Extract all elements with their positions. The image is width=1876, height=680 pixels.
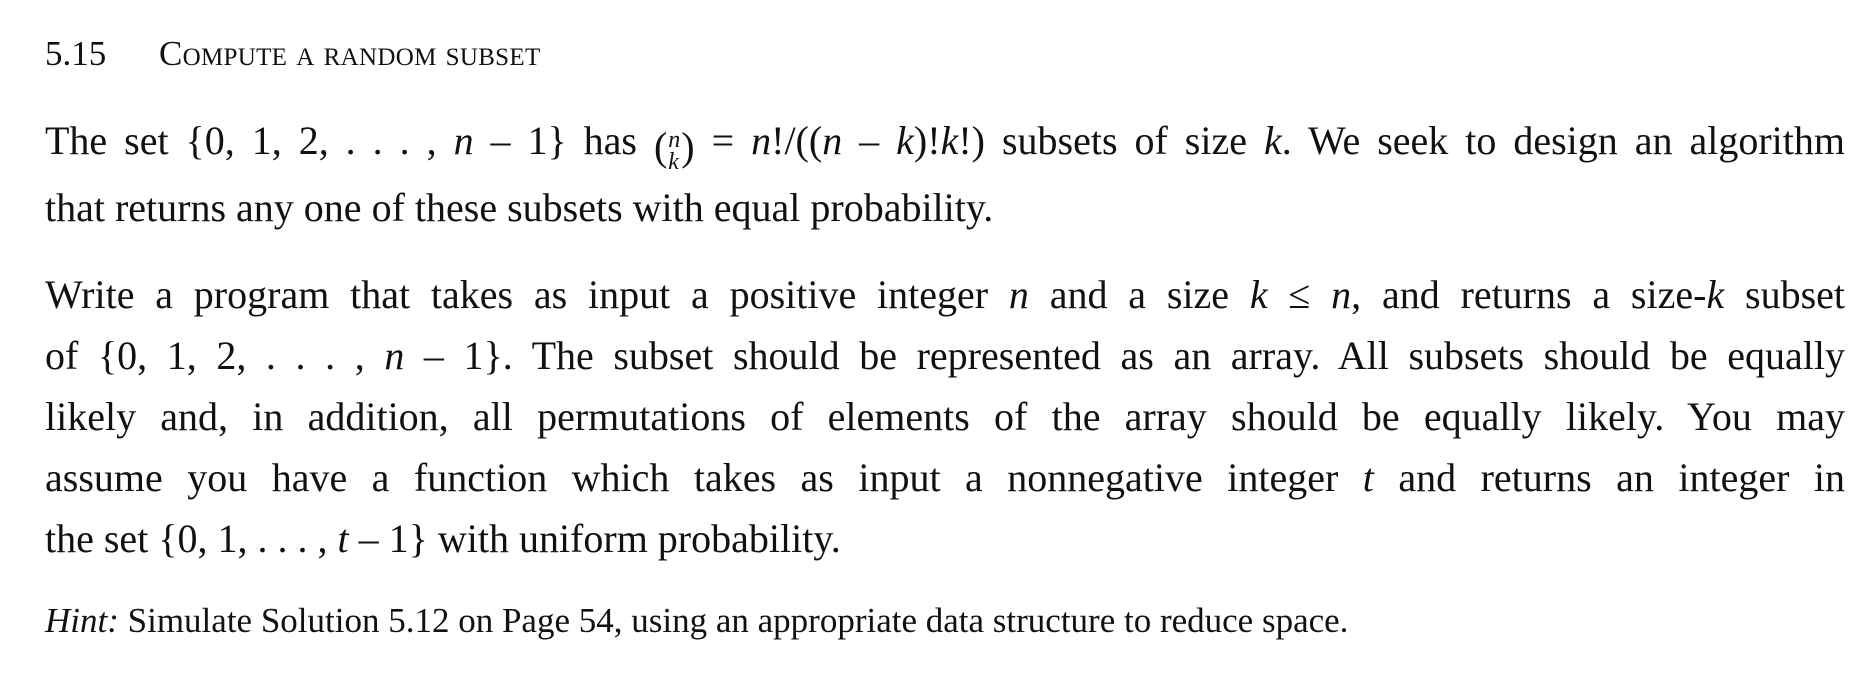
text-run: –	[842, 118, 897, 163]
math-var-n: n	[453, 118, 474, 163]
section-number: 5.15	[45, 34, 107, 73]
problem-intro-paragraph: The set {0, 1, 2, . . . , n – 1} has (n k…	[45, 110, 1845, 238]
math-var-t: t	[337, 516, 349, 561]
math-var-k: k	[896, 118, 914, 163]
hint-text: Simulate Solution 5.12 on Page 54, using…	[118, 601, 1349, 640]
binom-open-paren: (	[653, 124, 668, 169]
text-run: Write a program that takes as input a po…	[45, 272, 1009, 317]
math-var-k: k	[940, 118, 959, 163]
binom-bottom: k	[668, 148, 679, 175]
math-var-n: n	[1008, 272, 1029, 317]
statement-line-2: of {0, 1, 2, . . . , n – 1}. The subset …	[45, 325, 1845, 386]
problem-statement-paragraph: Write a program that takes as input a po…	[45, 264, 1845, 569]
math-var-k: k	[1706, 272, 1725, 317]
text-run: !) subsets of size	[958, 118, 1264, 163]
statement-line-5: the set {0, 1, . . . , t – 1} with unifo…	[45, 508, 1845, 569]
math-var-n: n	[822, 118, 843, 163]
math-var-n: n	[384, 333, 405, 378]
text-run: The set {0, 1, 2, . . . ,	[45, 118, 454, 163]
math-var-t: t	[1362, 455, 1374, 500]
text-run: !/((	[771, 118, 823, 163]
text-run: and a size	[1028, 272, 1250, 317]
text-run: and returns an integer in	[1373, 455, 1845, 500]
section-title: Compute a random subset	[159, 34, 541, 73]
problem-page: 5.15 Compute a random subset The set {0, …	[45, 28, 1845, 647]
hint-label: Hint:	[45, 601, 119, 640]
text-run: )!	[913, 118, 941, 163]
text-run: , and returns a size-	[1351, 272, 1707, 317]
math-var-k: k	[1263, 118, 1282, 163]
text-run: of {0, 1, 2, . . . ,	[45, 333, 385, 378]
statement-line-4: assume you have a function which takes a…	[45, 447, 1845, 508]
binom-top: n	[668, 126, 681, 153]
section-heading: 5.15 Compute a random subset	[45, 28, 1845, 80]
statement-line-3: likely and, in addition, all permutation…	[45, 394, 1845, 439]
text-run: the set {0, 1, . . . ,	[45, 516, 338, 561]
statement-line-1: Write a program that takes as input a po…	[45, 264, 1845, 325]
binomial-coefficient: (n k)	[654, 116, 695, 177]
text-run: assume you have a function which takes a…	[45, 455, 1363, 500]
math-var-k: k	[1249, 272, 1268, 317]
hint-line: Hint: Simulate Solution 5.12 on Page 54,…	[45, 595, 1845, 647]
math-var-n: n	[751, 118, 772, 163]
intro-line-2: that returns any one of these subsets wi…	[45, 185, 994, 230]
binom-close-paren: )	[681, 124, 695, 169]
text-run: – 1} with uniform probability.	[348, 516, 841, 561]
binom-stack: nk	[668, 126, 681, 175]
text-run: ≤	[1267, 272, 1332, 317]
text-run: subset	[1724, 272, 1846, 317]
text-run: . We seek to design an algorithm	[1281, 118, 1846, 163]
text-run: =	[694, 118, 752, 163]
math-var-n: n	[1331, 272, 1352, 317]
text-run: – 1}. The subset should be represented a…	[404, 333, 1845, 378]
intro-line-1: The set {0, 1, 2, . . . , n – 1} has (n k…	[45, 110, 1845, 177]
text-run: – 1} has	[473, 118, 654, 163]
